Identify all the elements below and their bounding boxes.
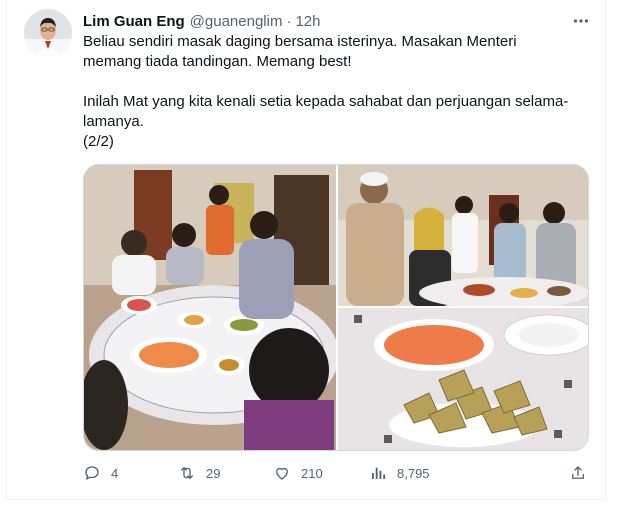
like-count: 210 bbox=[301, 465, 323, 481]
author-name[interactable]: Lim Guan Eng bbox=[83, 13, 185, 30]
share-icon bbox=[572, 466, 584, 479]
retweet-icon bbox=[181, 467, 193, 479]
views-count: 8,795 bbox=[397, 465, 430, 481]
tweet-text-line: Beliau sendiri masak daging bersama iste… bbox=[83, 33, 517, 50]
media-grid bbox=[83, 164, 589, 451]
tweet-text-line: memang tiada tandingan. Memang best! bbox=[83, 53, 352, 70]
tweet-text: Beliau sendiri masak daging bersama iste… bbox=[83, 32, 603, 152]
timestamp[interactable]: 12h bbox=[295, 13, 320, 30]
more-icon[interactable] bbox=[571, 11, 591, 31]
views-button[interactable]: 8,795 bbox=[369, 463, 430, 483]
author-handle[interactable]: @guanenglim bbox=[190, 13, 283, 30]
avatar[interactable] bbox=[24, 9, 72, 57]
like-button[interactable]: 210 bbox=[273, 463, 323, 483]
tweet-text-line: lamanya. bbox=[83, 113, 144, 130]
retweet-button[interactable]: 29 bbox=[178, 463, 220, 483]
photo-dining-table[interactable] bbox=[84, 165, 339, 451]
action-bar: 4 29 210 8,795 bbox=[83, 463, 603, 483]
reply-count: 4 bbox=[111, 465, 119, 481]
photo-ketupat[interactable] bbox=[338, 308, 589, 451]
photo-gathering[interactable] bbox=[338, 165, 589, 309]
tweet-text-line: Inilah Mat yang kita kenali setia kepada… bbox=[83, 93, 569, 110]
reply-button[interactable]: 4 bbox=[83, 463, 118, 483]
separator: · bbox=[286, 12, 292, 30]
heart-icon bbox=[276, 467, 288, 480]
tweet-card[interactable]: Lim Guan Eng @guanenglim · 12h Beliau se… bbox=[6, 0, 606, 500]
retweet-count: 29 bbox=[206, 465, 221, 481]
views-icon bbox=[372, 467, 386, 479]
share-button[interactable] bbox=[569, 463, 587, 483]
tweet-text-line: (2/2) bbox=[83, 133, 114, 150]
tweet-header: Lim Guan Eng @guanenglim · 12h bbox=[83, 11, 321, 31]
reply-icon bbox=[85, 466, 99, 480]
